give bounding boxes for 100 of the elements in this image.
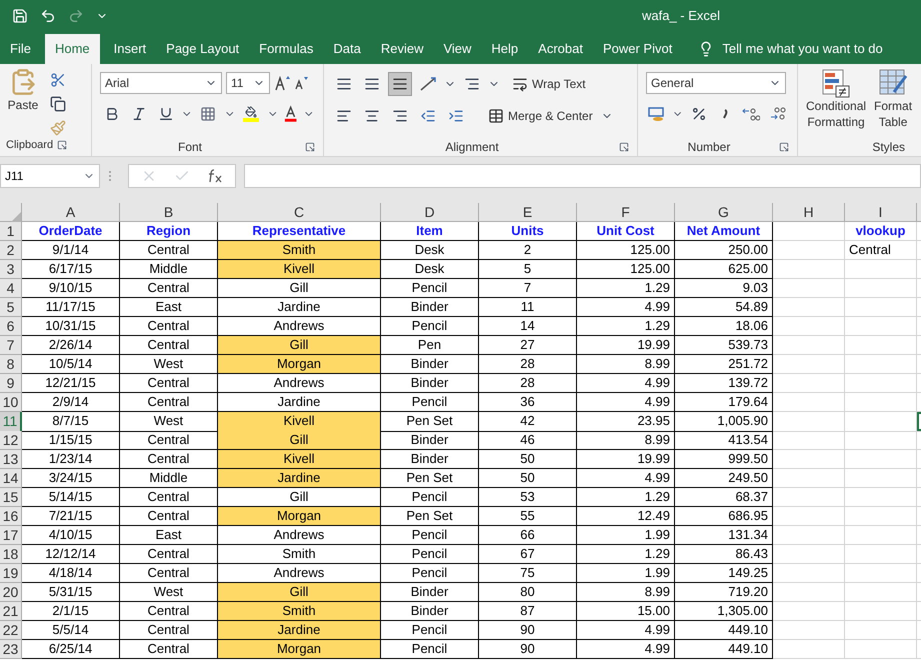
table-cell: 8.99 [577,355,675,374]
tell-me-field[interactable]: Tell me what you want to do [722,39,883,59]
ribbon-tab[interactable]: Power Pivot [592,34,682,64]
table-cell: 125.00 [577,260,675,279]
row-number[interactable]: 6 [0,317,22,336]
row-number[interactable]: 16 [0,507,22,526]
dialog-launcher-icon[interactable] [779,142,789,152]
row-number[interactable]: 12 [0,431,22,450]
ribbon-tab[interactable]: Acrobat [528,34,593,64]
column-header[interactable]: H [773,203,845,222]
table-cell: 8.99 [577,583,675,602]
table-cell: Pencil [381,488,479,507]
drag-handle-icon[interactable] [108,170,112,182]
font-size-field[interactable]: 11 [226,72,270,94]
insert-function-icon[interactable] [206,169,223,183]
row-number[interactable]: 13 [0,450,22,469]
table-cell: Pencil [381,564,479,583]
table-cell: Item [381,222,479,241]
table-cell: 53 [479,488,577,507]
group-label: Font [176,139,203,156]
shrink-font-icon[interactable] [294,76,308,90]
table-cell: Pen Set [381,469,479,488]
column-header[interactable]: E [479,203,577,222]
row-number[interactable]: 1 [0,222,22,241]
name-box[interactable]: J11 [0,164,100,188]
row-number[interactable]: 8 [0,355,22,374]
font-name-field[interactable]: Arial [100,72,222,94]
undo-icon[interactable] [40,8,56,24]
column-header[interactable]: I [845,203,917,222]
table-cell: Morgan [218,507,381,526]
row-number[interactable]: 20 [0,583,22,602]
ribbon-tab[interactable]: Data [323,34,371,64]
table-cell: 4/18/14 [22,564,120,583]
table-cell [845,374,917,393]
table-cell: 2/9/14 [22,393,120,412]
grow-font-icon[interactable] [274,75,290,91]
ribbon-tab[interactable]: Page Layout [156,34,250,64]
table-cell: Pen Set [381,507,479,526]
row-number[interactable]: 11 [0,412,22,432]
column-header[interactable]: G [675,203,773,222]
table-cell: Andrews [218,374,381,393]
table-cell [845,355,917,374]
dialog-launcher-icon[interactable] [619,142,629,152]
table-cell: Jardine [218,621,381,640]
table-cell: 75 [479,564,577,583]
save-icon[interactable] [12,8,28,24]
merge-center-button[interactable]: Merge & Center [484,104,597,128]
font-color-icon[interactable] [282,105,300,123]
ribbon-tab[interactable]: Review [370,34,434,64]
row-number[interactable]: 23 [0,640,22,659]
row-number[interactable]: 21 [0,602,22,621]
column-header[interactable]: A [22,203,120,222]
bottom-align-icon[interactable] [388,72,412,96]
row-number[interactable]: 2 [0,241,22,260]
row-number[interactable]: 18 [0,545,22,564]
table-cell: Central [845,241,917,260]
ribbon-tab[interactable]: Formulas [249,34,324,64]
table-cell: Units [479,222,577,241]
table-cell: Jardine [218,469,381,488]
row-number[interactable]: 3 [0,260,22,279]
ribbon-tab[interactable]: Insert [104,34,156,64]
column-header[interactable]: B [120,203,218,222]
column-header[interactable]: C [218,203,381,222]
row-number[interactable]: 22 [0,621,22,640]
table-cell: 15.00 [577,602,675,621]
table-cell [845,317,917,336]
ribbon-tab[interactable]: Help [481,34,528,64]
table-cell: 1/15/15 [22,431,120,450]
row-number[interactable]: 14 [0,469,22,488]
table-cell: Central [120,317,218,336]
column-header[interactable]: F [577,203,675,222]
formula-input-field[interactable] [244,164,921,188]
ribbon-tab[interactable]: Home [44,34,100,64]
wrap-text-button[interactable]: Wrap Text [508,72,590,96]
paste-button[interactable]: Paste [4,68,42,114]
row-number[interactable]: 19 [0,564,22,583]
group-label: Clipboard [6,138,54,153]
ribbon-tab[interactable]: File [0,34,41,64]
row-number[interactable]: 4 [0,279,22,298]
table-cell: Binder [381,583,479,602]
column-header[interactable]: D [381,203,479,222]
row-number[interactable]: 9 [0,374,22,393]
dialog-launcher-icon[interactable] [57,140,68,150]
row-number[interactable]: 7 [0,336,22,355]
ribbon-tab[interactable]: View [433,34,482,64]
format-as-table-button[interactable]: Format Table [874,68,912,130]
table-cell: 90 [479,640,577,659]
row-number[interactable]: 5 [0,298,22,317]
table-cell: Gill [218,336,381,355]
number-format-field[interactable]: General [646,72,786,94]
row-number[interactable]: 15 [0,488,22,507]
table-cell: 50 [479,469,577,488]
table-cell: 449.10 [675,640,773,659]
conditional-formatting-button[interactable]: Conditional Formatting [806,68,866,130]
table-cell: 539.73 [675,336,773,355]
row-number[interactable]: 17 [0,526,22,545]
dialog-launcher-icon[interactable] [305,142,315,152]
table-cell: 449.10 [675,621,773,640]
row-number[interactable]: 10 [0,393,22,412]
table-cell: 90 [479,621,577,640]
